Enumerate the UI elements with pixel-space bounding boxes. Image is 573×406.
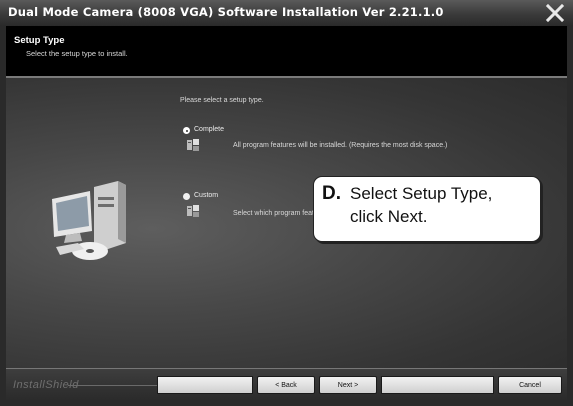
setup-prompt: Please select a setup type. (180, 97, 264, 104)
callout-step-letter: D. (322, 183, 341, 204)
window-title: Dual Mode Camera (8008 VGA) Software Ins… (8, 5, 444, 19)
dialog-footer: InstallShield < Back Next > Cancel (6, 368, 567, 401)
footer-bar-segment (381, 376, 494, 394)
installer-window: Dual Mode Camera (8008 VGA) Software Ins… (0, 0, 573, 406)
install-icon (186, 138, 200, 152)
header-title: Setup Type (14, 35, 65, 46)
complete-label[interactable]: Complete (194, 126, 224, 133)
header-subtitle: Select the setup type to install. (26, 49, 128, 58)
install-icon (186, 204, 200, 218)
cancel-button[interactable]: Cancel (498, 376, 562, 394)
callout-text-line2: click Next. (350, 207, 428, 226)
complete-description: All program features will be installed. … (233, 142, 448, 149)
footer-bar-segment (157, 376, 253, 394)
title-bar: Dual Mode Camera (8008 VGA) Software Ins… (0, 0, 573, 27)
window-border-right (567, 26, 573, 406)
dialog-header: Setup Type Select the setup type to inst… (6, 26, 567, 76)
close-icon (545, 3, 565, 23)
close-button[interactable] (542, 2, 568, 24)
back-button[interactable]: < Back (257, 376, 315, 394)
next-button[interactable]: Next > (319, 376, 377, 394)
footer-divider (68, 385, 158, 386)
computer-icon (46, 173, 136, 268)
callout-text-line1: Select Setup Type, (350, 184, 493, 203)
custom-label[interactable]: Custom (194, 192, 218, 199)
custom-radio[interactable] (183, 193, 190, 200)
instruction-callout: D. Select Setup Type, click Next. (313, 176, 541, 242)
complete-radio[interactable] (183, 127, 190, 134)
